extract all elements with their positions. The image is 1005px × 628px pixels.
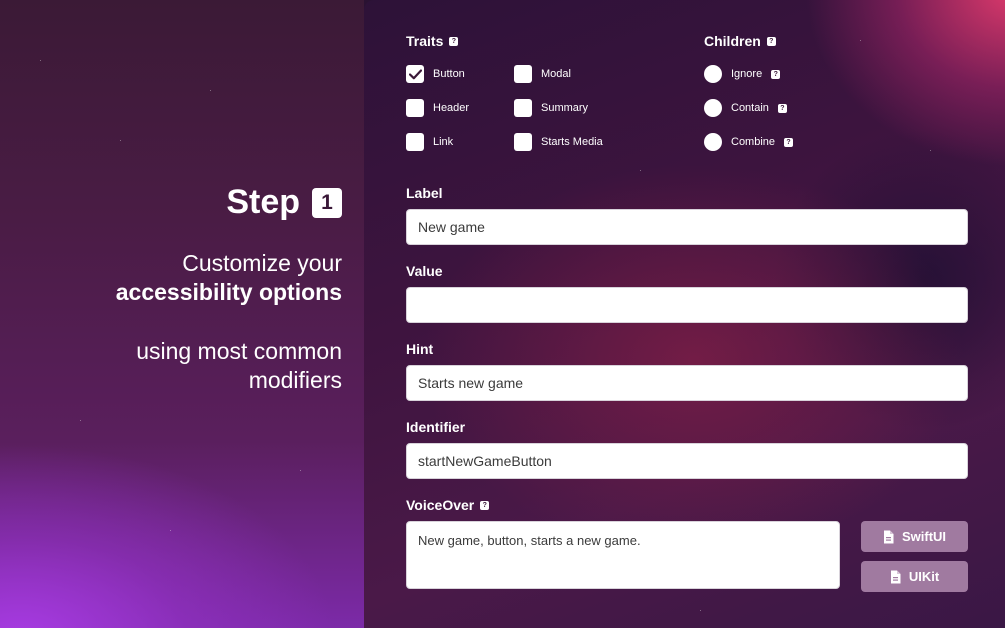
hint-input[interactable]: Starts new game [406, 365, 968, 401]
children-ignore-option[interactable]: Ignore ? [704, 65, 781, 83]
identifier-field-title: Identifier [406, 419, 466, 435]
step-label: Step [226, 183, 300, 221]
trait-button-option[interactable]: Button [406, 65, 465, 83]
star [700, 610, 701, 611]
voiceover-preview[interactable]: New game, button, starts a new game. [406, 521, 840, 589]
children-label: Combine [731, 136, 776, 148]
trait-label: Link [433, 136, 454, 148]
value-input[interactable] [406, 287, 968, 323]
trait-header-option[interactable]: Header [406, 99, 469, 117]
children-combine-option[interactable]: Combine ? [704, 133, 794, 151]
radio-button[interactable] [704, 65, 722, 83]
star [300, 470, 301, 471]
subtitle-line1: Customize your [182, 250, 342, 276]
help-icon[interactable]: ? [766, 36, 776, 46]
children-title: Children [704, 33, 761, 49]
trait-label: Button [433, 68, 465, 80]
star [210, 90, 211, 91]
star [860, 40, 861, 41]
radio-button[interactable] [704, 99, 722, 117]
help-icon[interactable]: ? [777, 103, 787, 113]
subtitle-line2: accessibility options [115, 279, 342, 305]
subtitle: Customize your accessibility options [116, 249, 342, 307]
star [80, 420, 81, 421]
checkbox[interactable] [514, 65, 532, 83]
trait-summary-option[interactable]: Summary [514, 99, 588, 117]
help-icon[interactable]: ? [784, 137, 794, 147]
document-icon [890, 570, 901, 583]
checkbox-checked[interactable] [406, 65, 424, 83]
star [640, 170, 641, 171]
children-label: Contain [731, 102, 769, 114]
uikit-button-label: UIKit [908, 569, 940, 584]
label-field-title: Label [406, 185, 443, 201]
uikit-button[interactable]: UIKit [861, 561, 968, 592]
star [40, 60, 41, 61]
help-icon[interactable]: ? [449, 36, 459, 46]
step-number-badge: 1 [312, 187, 342, 218]
trait-label: Modal [541, 68, 571, 80]
radio-button[interactable] [704, 133, 722, 151]
hint-field-title: Hint [406, 341, 434, 357]
trait-modal-option[interactable]: Modal [514, 65, 571, 83]
trait-label: Header [433, 102, 470, 114]
traits-heading: Traits ? [406, 33, 459, 49]
trait-link-option[interactable]: Link [406, 133, 453, 151]
checkbox[interactable] [406, 99, 424, 117]
voiceover-heading: VoiceOver ? [406, 497, 490, 513]
voiceover-title: VoiceOver [406, 497, 475, 513]
checkbox[interactable] [514, 99, 532, 117]
trait-label: Summary [541, 102, 589, 114]
swiftui-button[interactable]: SwiftUI [861, 521, 968, 552]
star [170, 530, 171, 531]
subtitle-secondary: using most common modifiers [136, 338, 342, 393]
step-heading: Step 1 [226, 183, 342, 222]
children-heading: Children ? [704, 33, 776, 49]
checkbox[interactable] [406, 133, 424, 151]
swiftui-button-label: SwiftUI [901, 529, 947, 544]
children-contain-option[interactable]: Contain ? [704, 99, 787, 117]
label-input[interactable]: New game [406, 209, 968, 245]
traits-title: Traits [406, 33, 444, 49]
left-panel [0, 0, 364, 628]
checkmark-icon [408, 68, 422, 79]
value-field-title: Value [406, 263, 443, 279]
trait-label: Starts Media [541, 136, 603, 148]
star [120, 140, 121, 141]
trait-starts-media-option[interactable]: Starts Media [514, 133, 603, 151]
star [930, 150, 931, 151]
identifier-input[interactable]: startNewGameButton [406, 443, 968, 479]
children-label: Ignore [731, 68, 763, 80]
help-icon[interactable]: ? [771, 69, 781, 79]
help-icon[interactable]: ? [480, 500, 490, 510]
checkbox[interactable] [514, 133, 532, 151]
document-icon [883, 530, 894, 543]
